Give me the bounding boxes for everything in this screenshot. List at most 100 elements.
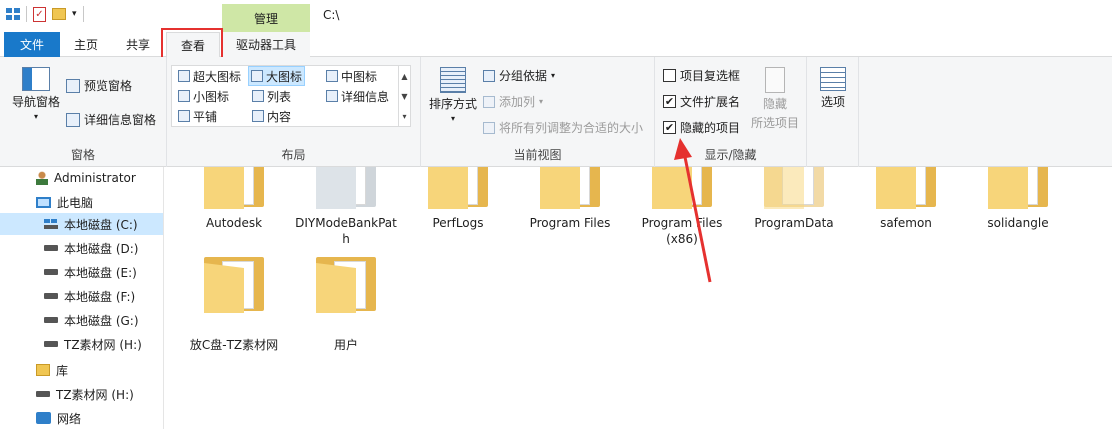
folder-item[interactable]: Autodesk [179, 167, 289, 231]
scroll-up-icon[interactable]: ▲ [401, 72, 407, 81]
nav-pane-button[interactable]: 导航窗格 ▾ [8, 67, 64, 121]
folder-icon [316, 167, 376, 211]
nav-pane-label: 导航窗格 [11, 95, 60, 109]
tab-manage[interactable]: 管理 [222, 4, 310, 32]
details-pane-button[interactable]: 详细信息窗格 [66, 111, 156, 128]
options-button[interactable]: 选项 [813, 67, 853, 110]
computer-icon [36, 196, 51, 208]
view-tab-highlight [161, 28, 223, 60]
hide-selected-icon [765, 67, 785, 93]
nav-item-label: 本地磁盘 (E:) [64, 265, 137, 280]
system-menu-icon[interactable] [6, 8, 20, 20]
item-checkboxes-checkbox[interactable] [663, 69, 676, 82]
chevron-down-icon: ▾ [450, 114, 455, 123]
windows-drive-icon [44, 219, 58, 229]
folder-item[interactable]: safemon [851, 167, 961, 231]
folder-label: Program Files [529, 216, 611, 230]
folder-item[interactable]: Program Files (x86) [627, 167, 737, 247]
layout-list[interactable]: 列表 [250, 86, 293, 106]
drive-icon [44, 245, 58, 251]
nav-item-libraries[interactable]: 库 [36, 359, 68, 381]
layout-medium-icons[interactable]: 中图标 [324, 66, 379, 86]
layout-item-label: 小图标 [193, 89, 230, 104]
ribbon: 导航窗格 ▾ 预览窗格 详细信息窗格 窗格 布局 超大图标 大图标 中图标 小图… [0, 57, 1112, 167]
show-hide-group: 项目复选框 ✔ 文件扩展名 ✔ 隐藏的项目 隐藏 所选项目 显示/隐藏 [655, 57, 807, 167]
nav-item-label: 库 [56, 363, 69, 378]
nav-item-network[interactable]: 网络 [36, 407, 81, 429]
hide-selected-button[interactable]: 隐藏 所选项目 [747, 67, 803, 131]
fit-columns-label: 将所有列调整为合适的大小 [499, 121, 644, 135]
details-pane-icon [66, 112, 80, 127]
layout-item-label: 列表 [267, 89, 292, 104]
add-column-button[interactable]: 添加列 ▾ [483, 93, 543, 110]
group-by-icon [483, 69, 495, 82]
tab-file[interactable]: 文件 [4, 32, 60, 57]
nav-item-label: 本地磁盘 (G:) [64, 313, 139, 328]
layout-content[interactable]: 内容 [250, 106, 293, 126]
folder-item[interactable]: PerfLogs [403, 167, 513, 231]
layout-details[interactable]: 详细信息 [324, 86, 391, 106]
fit-columns-button[interactable]: 将所有列调整为合适的大小 [483, 119, 643, 136]
layout-item-label: 大图标 [266, 69, 303, 84]
extra-large-icons-icon [178, 70, 190, 82]
preview-pane-label: 预览窗格 [84, 79, 133, 93]
hidden-items-label: 隐藏的项目 [680, 121, 741, 135]
nav-pane-icon [22, 67, 50, 91]
folder-label: Program Files (x86) [641, 216, 723, 246]
folder-item[interactable]: 放C盘-TZ素材网 [179, 257, 289, 353]
nav-item-drive-c[interactable]: 本地磁盘 (C:) [0, 213, 163, 235]
content-icon [252, 110, 264, 122]
file-extensions-checkbox[interactable]: ✔ [663, 95, 676, 108]
group-by-button[interactable]: 分组依据 ▾ [483, 67, 555, 84]
toolbar-divider [26, 6, 27, 22]
drive-icon [36, 391, 50, 397]
folder-item[interactable]: Program Files [515, 167, 625, 231]
hidden-items-checkbox[interactable]: ✔ [663, 121, 676, 134]
folder-item[interactable]: solidangle [963, 167, 1073, 231]
nav-item-label: Administrator [54, 171, 136, 185]
nav-item-drive-f[interactable]: 本地磁盘 (F:) [44, 285, 135, 307]
layout-tiles[interactable]: 平铺 [176, 106, 219, 126]
tab-drive-tools[interactable]: 驱动器工具 [222, 32, 310, 57]
folder-label: 放C盘-TZ素材网 [189, 338, 279, 352]
scroll-down-icon[interactable]: ▼ [401, 92, 407, 101]
layout-gallery-scroll[interactable]: ▲ ▼ ▾ [398, 66, 410, 126]
preview-pane-button[interactable]: 预览窗格 [66, 77, 132, 94]
group-by-label: 分组依据 [499, 69, 548, 83]
nav-item-label: 本地磁盘 (F:) [64, 289, 136, 304]
add-column-icon [483, 95, 495, 108]
nav-item-administrator[interactable]: Administrator [36, 167, 136, 189]
nav-item-label: 网络 [57, 411, 82, 426]
file-extensions-toggle[interactable]: ✔ 文件扩展名 [663, 93, 740, 110]
drive-icon [44, 293, 58, 299]
tab-share[interactable]: 共享 [112, 32, 164, 57]
nav-item-this-pc[interactable]: 此电脑 [36, 191, 93, 213]
layout-item-label: 详细信息 [341, 89, 390, 104]
toolbar-divider [82, 6, 84, 22]
folder-item[interactable]: DIYModeBankPath [291, 167, 401, 247]
properties-icon[interactable]: ✓ [33, 6, 46, 22]
nav-item-drive-d[interactable]: 本地磁盘 (D:) [44, 237, 138, 259]
sort-by-button[interactable]: 排序方式 ▾ [425, 67, 481, 123]
layout-item-label: 平铺 [193, 109, 218, 124]
nav-item-drive-h-root[interactable]: TZ素材网 (H:) [36, 383, 134, 405]
folder-icon [428, 167, 488, 211]
layout-small-icons[interactable]: 小图标 [176, 86, 231, 106]
nav-item-drive-h[interactable]: TZ素材网 (H:) [44, 333, 142, 355]
tab-home[interactable]: 主页 [62, 32, 110, 57]
folder-label: 用户 [333, 338, 358, 352]
gallery-expand-icon[interactable]: ▾ [402, 112, 406, 121]
nav-item-drive-e[interactable]: 本地磁盘 (E:) [44, 261, 137, 283]
item-checkboxes-toggle[interactable]: 项目复选框 [663, 67, 740, 84]
folder-item[interactable]: ProgramData [739, 167, 849, 231]
nav-item-drive-g[interactable]: 本地磁盘 (G:) [44, 309, 139, 331]
new-folder-icon[interactable] [52, 8, 66, 20]
customize-toolbar-icon[interactable]: ▾ [72, 9, 77, 19]
nav-item-label: 本地磁盘 (D:) [64, 241, 139, 256]
folder-label: PerfLogs [432, 216, 484, 230]
window-title: C:\ [323, 8, 340, 22]
folder-item[interactable]: 用户 [291, 257, 401, 353]
hidden-items-toggle[interactable]: ✔ 隐藏的项目 [663, 119, 740, 136]
layout-large-icons[interactable]: 大图标 [248, 66, 306, 86]
layout-extra-large-icons[interactable]: 超大图标 [176, 66, 243, 86]
